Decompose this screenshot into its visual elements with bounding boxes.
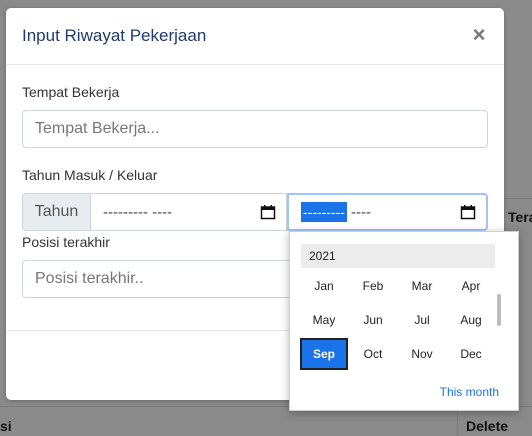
calendar-icon[interactable] — [260, 204, 276, 220]
bg-delete-header: Delete — [466, 418, 509, 434]
this-month-button[interactable]: This month — [440, 385, 499, 399]
month-may[interactable]: May — [300, 304, 348, 336]
month-sep[interactable]: Sep — [300, 338, 348, 370]
modal-header: Input Riwayat Pekerjaan × — [6, 8, 504, 65]
tempat-bekerja-placeholder: Tempat Bekerja... — [35, 120, 160, 137]
month-oct[interactable]: Oct — [349, 338, 397, 370]
month-jul[interactable]: Jul — [398, 304, 446, 336]
tahun-masuk-value: --------- ---- — [103, 203, 173, 221]
month-nov[interactable]: Nov — [398, 338, 446, 370]
tahun-addon: Tahun — [22, 193, 91, 231]
picker-scrollbar[interactable] — [497, 294, 501, 326]
month-apr[interactable]: Apr — [447, 270, 495, 302]
month-aug[interactable]: Aug — [447, 304, 495, 336]
month-feb[interactable]: Feb — [349, 270, 397, 302]
bg-column-header-fragment: Tera — [508, 209, 532, 225]
modal-title: Input Riwayat Pekerjaan — [22, 26, 207, 45]
tempat-bekerja-label: Tempat Bekerja — [22, 84, 120, 100]
posisi-terakhir-label: Posisi terakhir — [22, 234, 110, 250]
month-jun[interactable]: Jun — [349, 304, 397, 336]
month-jan[interactable]: Jan — [300, 270, 348, 302]
month-dec[interactable]: Dec — [447, 338, 495, 370]
calendar-icon[interactable] — [460, 204, 476, 220]
picker-year-header[interactable]: 2021 — [301, 244, 495, 268]
tahun-masuk-keluar-label: Tahun Masuk / Keluar — [22, 167, 158, 183]
posisi-terakhir-placeholder: Posisi terakhir.. — [35, 270, 144, 287]
close-icon[interactable]: × — [470, 24, 488, 46]
tahun-masuk-input[interactable]: --------- ---- — [90, 193, 287, 231]
month-picker-popup: 2021 Jan Feb Mar Apr May Jun Jul Aug Sep Oct Nov De… — [289, 231, 519, 411]
bg-column-header-fragment: si — [0, 418, 12, 434]
keluar-year-segment[interactable]: ---- — [347, 204, 460, 221]
keluar-month-segment[interactable]: --------- — [301, 202, 347, 222]
tempat-bekerja-input[interactable]: Tempat Bekerja... — [22, 110, 488, 148]
tahun-keluar-input[interactable]: --------- ---- — [287, 193, 488, 231]
bg-table-line — [504, 198, 532, 199]
month-mar[interactable]: Mar — [398, 270, 446, 302]
